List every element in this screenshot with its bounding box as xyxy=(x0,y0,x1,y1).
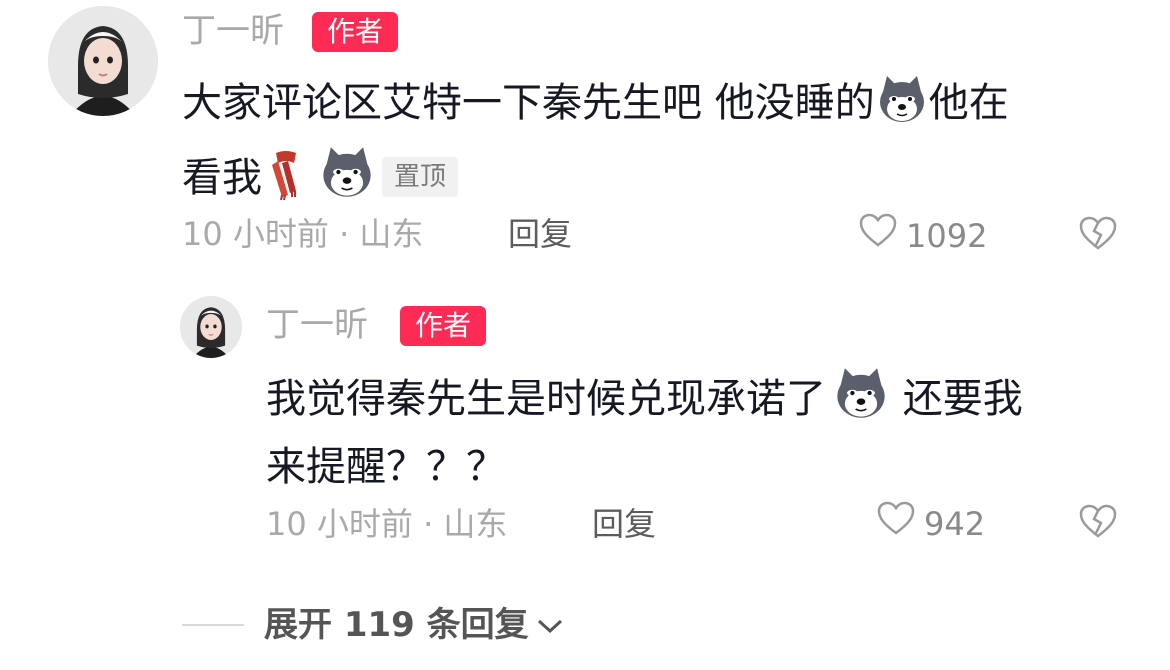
like-count: 1092 xyxy=(906,216,988,255)
avatar-portrait-icon xyxy=(180,296,242,358)
comment-text-line: 大家评论区艾特一下秦先生吧 他没睡的 xyxy=(182,80,875,126)
dog-emoji-icon xyxy=(318,143,376,218)
meta-separator: · xyxy=(328,215,360,253)
comment-location: 山东 xyxy=(443,505,508,543)
pinned-label: 置顶 xyxy=(382,156,459,197)
author-badge: 作者 xyxy=(400,306,486,346)
like-button[interactable]: 1092 xyxy=(858,212,987,259)
dog-emoji-icon xyxy=(832,364,890,439)
expand-replies-button[interactable]: 展开 119 条回复 xyxy=(264,602,565,648)
dog-emoji-icon xyxy=(875,72,929,143)
comment-meta: 10 小时前 · 山东 xyxy=(266,502,507,546)
comment-author-name[interactable]: 丁一昕 xyxy=(182,8,284,54)
comment-time: 10 小时前 xyxy=(266,505,413,543)
comment-text: 我觉得秦先生是时候兑现承诺了 还要我 来提醒？？？ xyxy=(266,364,1146,496)
avatar-portrait-icon xyxy=(48,6,158,116)
reply-button[interactable]: 回复 xyxy=(592,502,656,546)
chevron-down-icon xyxy=(535,602,565,648)
comment-text-line: 来提醒？？？ xyxy=(266,443,506,490)
reply-button[interactable]: 回复 xyxy=(508,212,572,256)
comment-text-line: 还要我 xyxy=(890,376,1023,422)
comment-text-line: 看我 xyxy=(182,154,262,201)
author-avatar[interactable] xyxy=(48,6,158,116)
heart-outline-icon xyxy=(876,500,916,547)
comment-time: 10 小时前 xyxy=(182,215,329,253)
scarf-emoji-icon xyxy=(262,147,310,218)
heart-outline-icon xyxy=(858,212,898,259)
like-button[interactable]: 942 xyxy=(876,500,985,547)
comment-text-line: 我觉得秦先生是时候兑现承诺了 xyxy=(266,376,826,422)
expand-divider xyxy=(182,624,244,626)
broken-heart-icon[interactable] xyxy=(1078,503,1118,543)
comment-text: 大家评论区艾特一下秦先生吧 他没睡的 他在 看我 置顶 xyxy=(182,72,1142,217)
like-count: 942 xyxy=(924,504,986,543)
meta-separator: · xyxy=(412,505,444,543)
broken-heart-icon[interactable] xyxy=(1078,215,1118,255)
comment-author-name[interactable]: 丁一昕 xyxy=(266,302,368,348)
comment-meta: 10 小时前 · 山东 xyxy=(182,212,423,256)
comment-location: 山东 xyxy=(359,215,424,253)
author-badge: 作者 xyxy=(312,12,398,52)
comment-text-line: 他在 xyxy=(928,80,1009,126)
author-avatar[interactable] xyxy=(180,296,242,358)
expand-replies-label: 展开 119 条回复 xyxy=(264,605,529,645)
